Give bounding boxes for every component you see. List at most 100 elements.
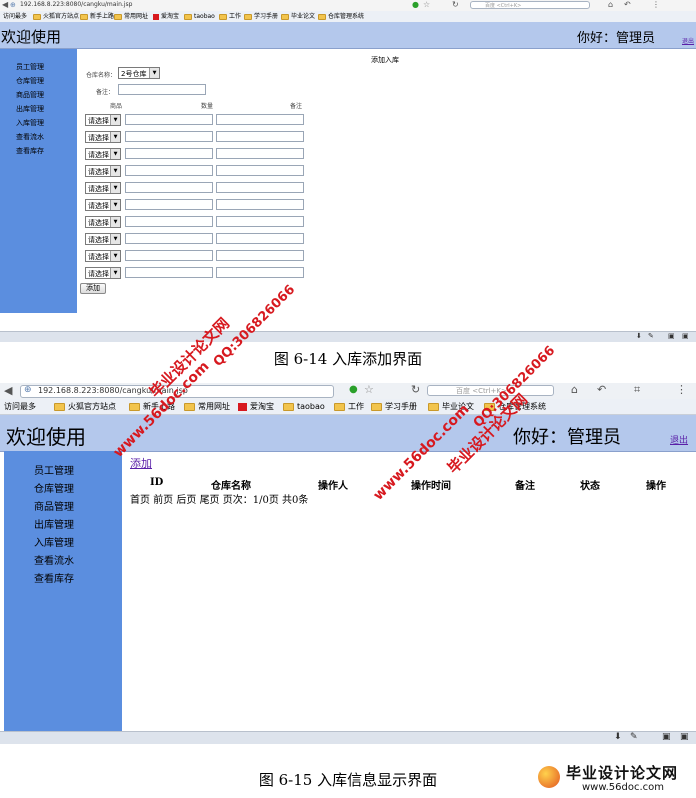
sidebar-item-goods[interactable]: 商品管理 [16, 90, 44, 100]
url-text[interactable]: 192.168.8.223:8080/cangku/main.jsp [20, 1, 132, 8]
pager-page-info: 页次：1/0页 [222, 495, 279, 506]
chevron-down-icon: ▼ [149, 68, 159, 78]
quantity-input[interactable] [125, 216, 213, 227]
row-remark-input[interactable] [216, 233, 304, 244]
add-link[interactable]: 添加 [130, 455, 152, 471]
bookmark-item[interactable]: 新手上路 [80, 11, 114, 22]
crop-icon[interactable]: ⌗ [634, 383, 640, 397]
logout-link[interactable]: 退出 [682, 36, 694, 45]
sidebar-item-staff[interactable]: 员工管理 [16, 62, 44, 72]
quantity-input[interactable] [125, 165, 213, 176]
quantity-input[interactable] [125, 233, 213, 244]
back-icon[interactable]: ◀ [4, 384, 12, 397]
window-icon[interactable]: ▣ [668, 332, 675, 340]
pager-first[interactable]: 首页 [130, 495, 150, 506]
menu-icon[interactable]: ⋮ [652, 0, 660, 9]
goods-select[interactable]: 请选择 ▼ [85, 250, 121, 262]
reload-icon[interactable]: ↻ [452, 0, 459, 9]
sidebar-item-flow[interactable]: 查看流水 [34, 552, 74, 567]
bookmark-item[interactable]: 火狐官方站点 [54, 399, 116, 414]
bookmark-item[interactable]: 学习手册 [371, 399, 417, 414]
row-remark-input[interactable] [216, 199, 304, 210]
history-icon[interactable]: ↶ [597, 383, 606, 396]
bookmark-item[interactable]: 毕业论文 [281, 11, 315, 22]
sidebar-item-outbound[interactable]: 出库管理 [34, 516, 74, 531]
goods-select[interactable]: 请选择 ▼ [85, 131, 121, 143]
goods-select[interactable]: 请选择 ▼ [85, 233, 121, 245]
sidebar-item-goods[interactable]: 商品管理 [34, 498, 74, 513]
warehouse-select[interactable]: 2号仓库 ▼ [118, 67, 160, 79]
row-remark-input[interactable] [216, 182, 304, 193]
star-icon[interactable]: ☆ [423, 0, 430, 9]
sidebar-item-inbound[interactable]: 入库管理 [34, 534, 74, 549]
row-remark-input[interactable] [216, 250, 304, 261]
sidebar-item-stock[interactable]: 查看库存 [34, 570, 74, 585]
quantity-input[interactable] [125, 148, 213, 159]
go-icon[interactable]: ● [349, 384, 358, 395]
bookmark-item[interactable]: 仓库管理系统 [318, 11, 364, 22]
search-input[interactable]: 百度 <Ctrl+K> [470, 1, 590, 9]
search-input[interactable]: 百度 <Ctrl+K> [427, 385, 554, 396]
goods-select[interactable]: 请选择 ▼ [85, 267, 121, 279]
quantity-input[interactable] [125, 114, 213, 125]
goods-select[interactable]: 请选择 ▼ [85, 148, 121, 160]
row-remark-input[interactable] [216, 131, 304, 142]
goods-select[interactable]: 请选择 ▼ [85, 114, 121, 126]
bookmark-item[interactable]: 工作 [219, 11, 241, 22]
row-remark-input[interactable] [216, 165, 304, 176]
bookmark-item[interactable]: 爱淘宝 [238, 399, 274, 414]
star-icon[interactable]: ☆ [364, 383, 374, 396]
quantity-input[interactable] [125, 250, 213, 261]
window-icon[interactable]: ▣ [662, 732, 671, 742]
sidebar-item-inbound[interactable]: 入库管理 [16, 118, 44, 128]
bookmark-item[interactable]: 常用网址 [184, 399, 230, 414]
bookmark-item[interactable]: taobao [283, 399, 325, 414]
tools-icon[interactable]: ✎ [630, 732, 638, 742]
go-icon[interactable]: ● [412, 0, 419, 9]
sidebar-item-stock[interactable]: 查看库存 [16, 146, 44, 156]
menu-icon[interactable]: ⋮ [676, 383, 687, 396]
bookmark-item[interactable]: 爱淘宝 [153, 11, 179, 22]
remark-input[interactable] [118, 84, 206, 95]
bookmark-item[interactable]: taobao [184, 11, 215, 22]
logout-link[interactable]: 退出 [670, 433, 688, 446]
sidebar-item-staff[interactable]: 员工管理 [34, 462, 74, 477]
row-remark-input[interactable] [216, 267, 304, 278]
quantity-input[interactable] [125, 182, 213, 193]
goods-select[interactable]: 请选择 ▼ [85, 199, 121, 211]
row-remark-input[interactable] [216, 148, 304, 159]
download-icon[interactable]: ⬇ [636, 332, 642, 340]
bookmark-item[interactable]: 常用网址 [114, 11, 148, 22]
goods-select[interactable]: 请选择 ▼ [85, 165, 121, 177]
goods-select[interactable]: 请选择 ▼ [85, 216, 121, 228]
pager-prev[interactable]: 前页 [153, 495, 173, 506]
quantity-input[interactable] [125, 199, 213, 210]
pager-last[interactable]: 尾页 [200, 495, 220, 506]
bookmark-item[interactable]: 访问最多 [4, 399, 36, 414]
reload-icon[interactable]: ↻ [411, 383, 420, 396]
row-remark-input[interactable] [216, 114, 304, 125]
window-icon[interactable]: ▣ [682, 332, 689, 340]
goods-select[interactable]: 请选择 ▼ [85, 182, 121, 194]
back-icon[interactable]: ◀ [2, 0, 8, 9]
bookmark-item[interactable]: 学习手册 [244, 11, 278, 22]
sidebar-item-outbound[interactable]: 出库管理 [16, 104, 44, 114]
history-icon[interactable]: ↶ [624, 0, 631, 9]
add-button[interactable]: 添加 [80, 283, 106, 294]
sidebar-item-flow[interactable]: 查看流水 [16, 132, 44, 142]
window-icon[interactable]: ▣ [680, 732, 689, 742]
bookmark-item[interactable]: 工作 [334, 399, 364, 414]
download-icon[interactable]: ⬇ [614, 732, 622, 742]
sidebar-item-warehouse[interactable]: 仓库管理 [16, 76, 44, 86]
sidebar-item-warehouse[interactable]: 仓库管理 [34, 480, 74, 495]
quantity-input[interactable] [125, 131, 213, 142]
tools-icon[interactable]: ✎ [648, 332, 654, 340]
bookmark-item[interactable]: 访问最多 [3, 11, 27, 22]
row-remark-input[interactable] [216, 216, 304, 227]
bookmark-item[interactable]: 火狐官方站点 [33, 11, 79, 22]
quantity-input[interactable] [125, 267, 213, 278]
pager-next[interactable]: 后页 [176, 495, 196, 506]
home-icon[interactable]: ⌂ [608, 0, 613, 9]
home-icon[interactable]: ⌂ [571, 383, 578, 396]
app-header: 欢迎使用 你好：管理员 退出 [0, 22, 696, 49]
